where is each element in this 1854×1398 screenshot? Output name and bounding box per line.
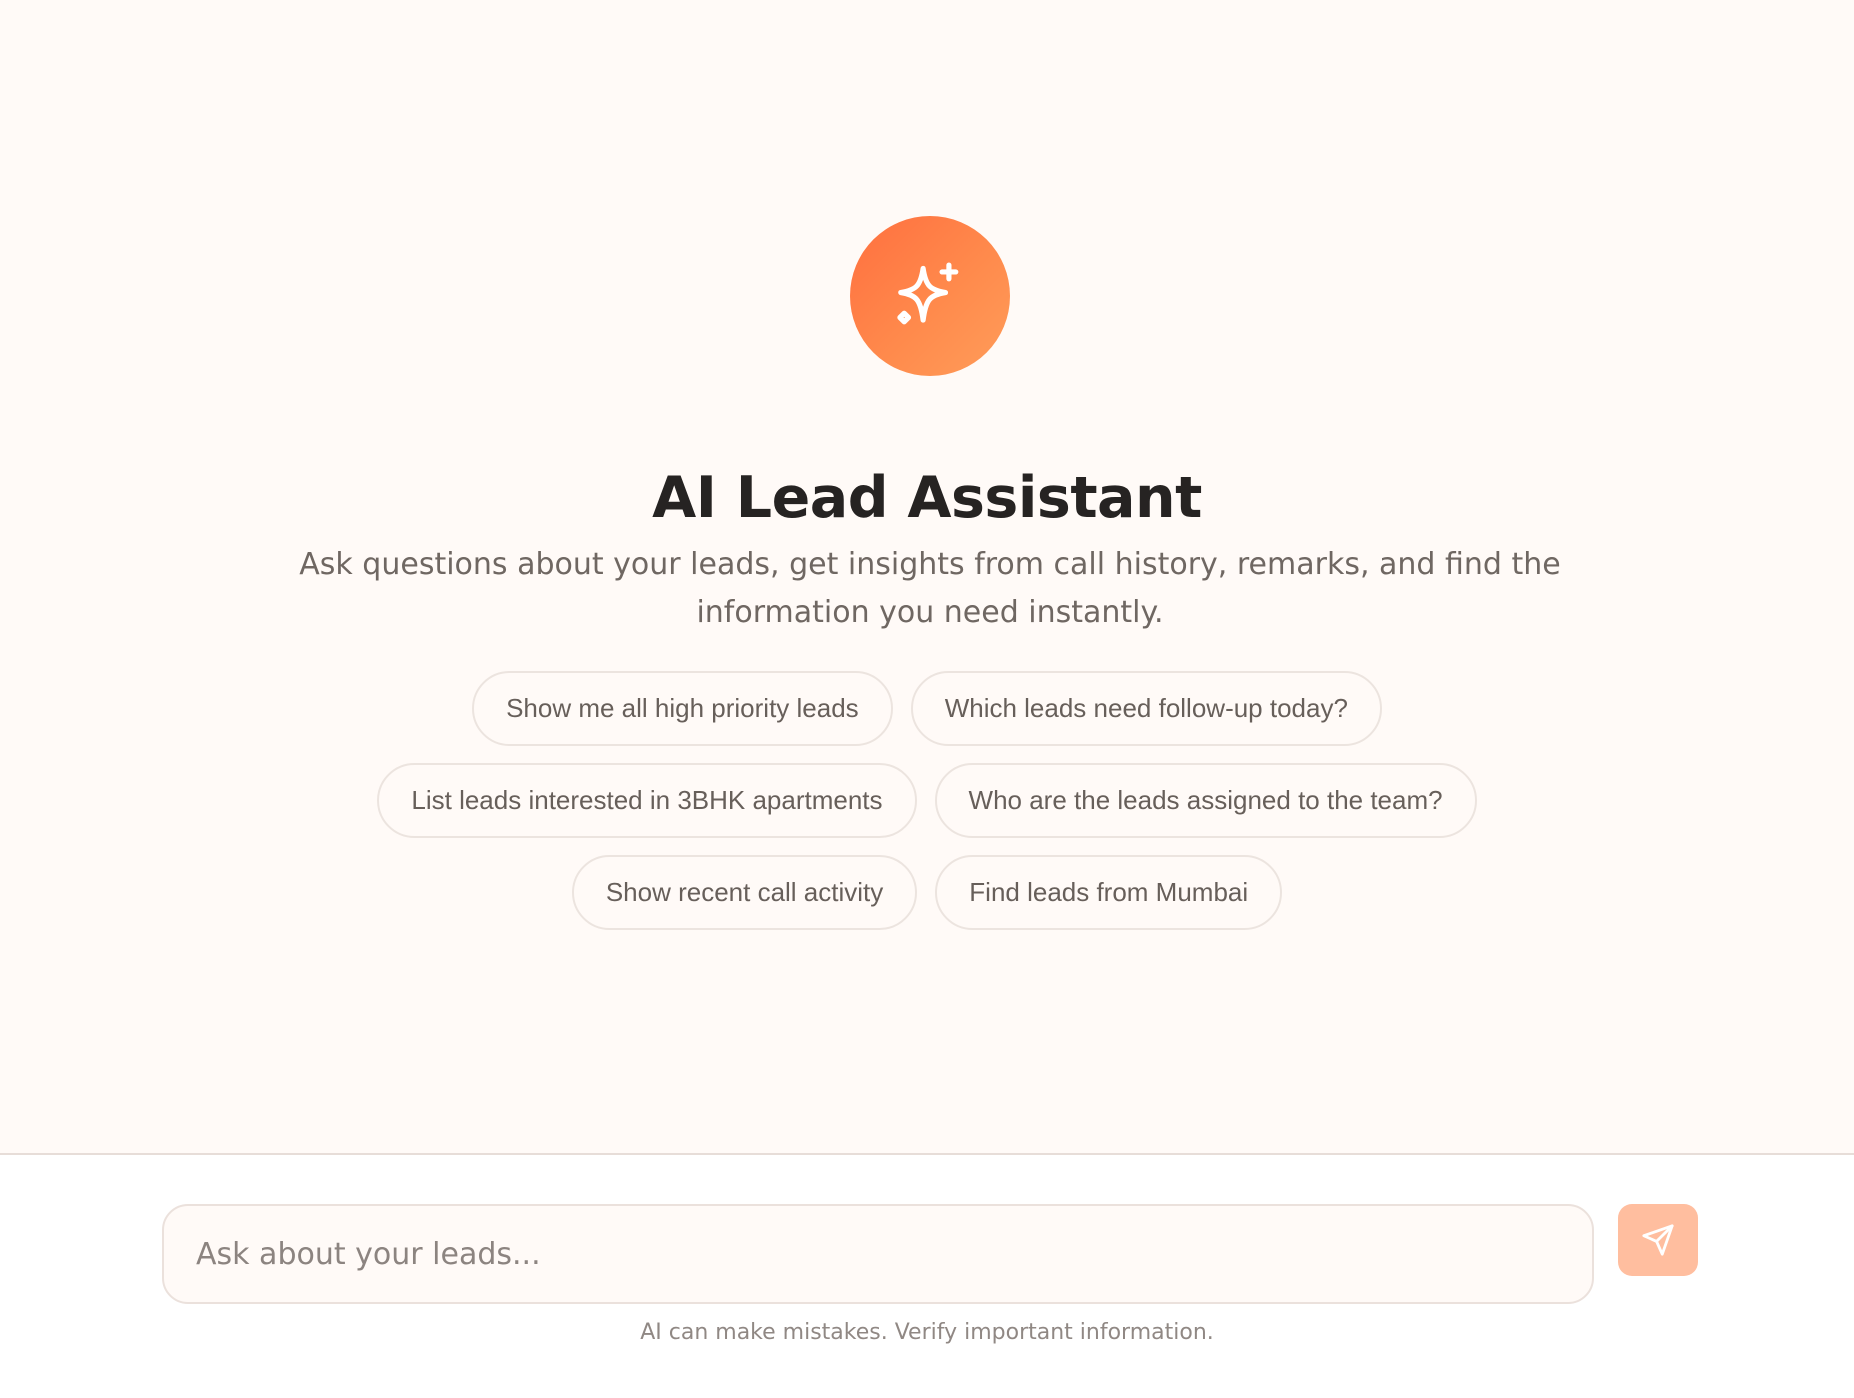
suggestion-row: List leads interested in 3BHK apartments… <box>0 763 1854 838</box>
ai-disclaimer: AI can make mistakes. Verify important i… <box>640 1320 1214 1345</box>
suggestion-row: Show recent call activity Find leads fro… <box>0 855 1854 930</box>
suggestion-mumbai-leads[interactable]: Find leads from Mumbai <box>935 855 1283 930</box>
suggestion-list: Show me all high priority leads Which le… <box>0 671 1854 947</box>
suggestion-3bhk-leads[interactable]: List leads interested in 3BHK apartments <box>377 763 917 838</box>
suggestion-high-priority-leads[interactable]: Show me all high priority leads <box>472 671 893 746</box>
message-composer: AI can make mistakes. Verify important i… <box>0 1155 1854 1398</box>
suggestion-team-assigned-leads[interactable]: Who are the leads assigned to the team? <box>934 763 1477 838</box>
suggestion-follow-up-today[interactable]: Which leads need follow-up today? <box>910 671 1382 746</box>
suggestion-recent-call-activity[interactable]: Show recent call activity <box>571 855 918 930</box>
page-title: AI Lead Assistant <box>652 465 1202 532</box>
sparkles-icon <box>897 262 959 325</box>
empty-state: AI Lead Assistant Ask questions about yo… <box>0 0 1854 1153</box>
assistant-logo <box>850 216 1010 376</box>
send-button[interactable] <box>1618 1204 1698 1276</box>
suggestion-row: Show me all high priority leads Which le… <box>0 671 1854 746</box>
chat-page: AI Lead Assistant Ask questions about yo… <box>0 0 1854 1398</box>
message-input[interactable] <box>164 1206 1592 1302</box>
send-icon <box>1642 1224 1674 1256</box>
message-input-wrapper <box>162 1204 1594 1304</box>
page-description: Ask questions about your leads, get insi… <box>299 547 1561 630</box>
